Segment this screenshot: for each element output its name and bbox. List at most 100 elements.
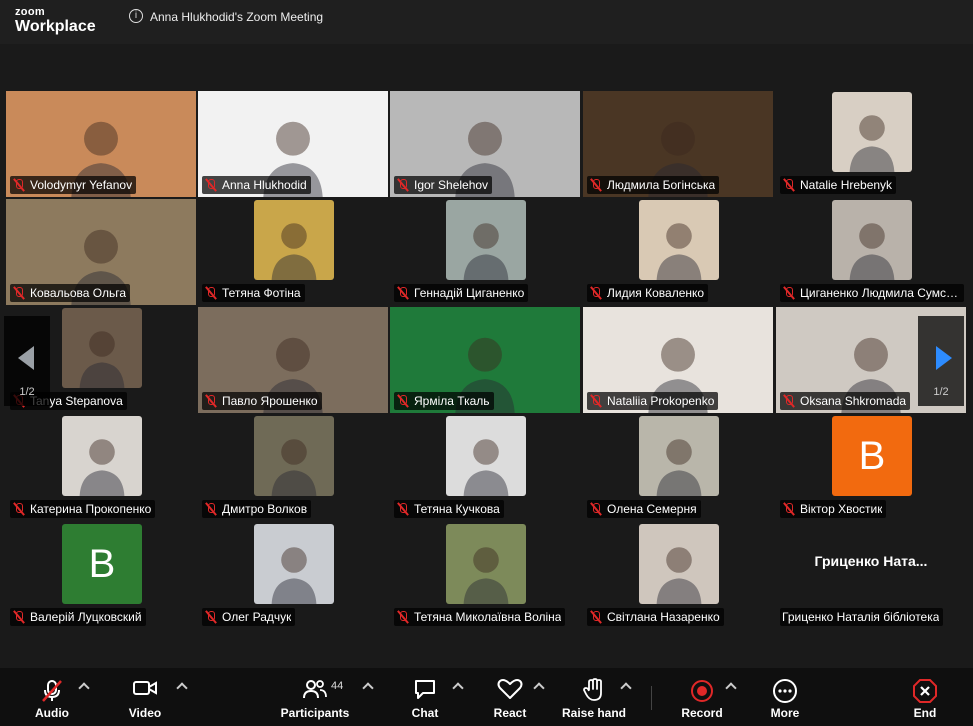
video-button[interactable]: Video <box>124 668 166 726</box>
react-button[interactable]: React <box>488 668 532 726</box>
participant-tile[interactable]: Тетяна Кучкова <box>390 415 580 521</box>
participant-tile[interactable]: Павло Ярошенко <box>198 307 388 413</box>
participant-tile[interactable]: Nataliia Prokopenko <box>583 307 773 413</box>
participant-tile[interactable]: Anna Hlukhodid <box>198 91 388 197</box>
participant-nameplate: Igor Shelehov <box>394 176 493 194</box>
participant-name: Олег Радчук <box>222 610 292 624</box>
participant-tile[interactable]: Катерина Прокопенко <box>6 415 196 521</box>
person-silhouette-icon <box>849 223 895 280</box>
participant-nameplate: Світлана Назаренко <box>587 608 724 626</box>
participant-tile[interactable]: Циганенко Людмила Сумськи <box>776 199 966 305</box>
participant-tile[interactable]: Гриценко Ната... Гриценко Наталія бібліот… <box>776 523 966 629</box>
logo-zoom-text: zoom <box>15 6 45 18</box>
react-options-caret-icon[interactable] <box>533 682 545 694</box>
mic-muted-icon <box>396 286 410 300</box>
participant-tile[interactable]: Лидия Коваленко <box>583 199 773 305</box>
participant-nameplate: Геннадій Циганенко <box>394 284 529 302</box>
participant-name: Віктор Хвостик <box>800 502 883 516</box>
mic-muted-icon <box>396 178 410 192</box>
participant-nameplate: Віктор Хвостик <box>780 500 887 518</box>
mic-muted-icon <box>396 502 410 516</box>
record-label: Record <box>681 706 723 720</box>
participant-name: Циганенко Людмила Сумськи <box>800 286 960 300</box>
participant-tile[interactable]: Дмитро Волков <box>198 415 388 521</box>
previous-page-button[interactable]: 1/2 <box>4 316 50 406</box>
audio-button[interactable]: Audio <box>30 668 74 726</box>
participant-name: Людмила Богінська <box>607 178 716 192</box>
mic-muted-icon <box>396 610 410 624</box>
participant-tile[interactable]: Олена Семерня <box>583 415 773 521</box>
participant-video <box>446 524 526 604</box>
mic-muted-icon <box>589 610 603 624</box>
person-silhouette-icon <box>463 547 509 604</box>
participant-name: Oksana Shkromada <box>800 394 907 408</box>
participant-display-name: Гриценко Ната... <box>814 553 928 569</box>
person-silhouette-icon <box>656 547 702 604</box>
record-options-caret-icon[interactable] <box>725 682 737 694</box>
participant-tile[interactable]: B Валерій Луцковский <box>6 523 196 629</box>
participant-name: Natalie Hrebenyk <box>800 178 893 192</box>
participant-tile[interactable]: Volodymyr Yefanov <box>6 91 196 197</box>
person-silhouette-icon <box>656 439 702 496</box>
participant-tile[interactable]: Олег Радчук <box>198 523 388 629</box>
participants-button[interactable]: Participants <box>280 668 350 726</box>
participant-nameplate: Nataliia Prokopenko <box>587 392 719 410</box>
raise-hand-button[interactable]: Raise hand <box>560 668 628 726</box>
meeting-info-icon[interactable]: i <box>129 9 143 23</box>
heart-icon <box>497 679 523 699</box>
participant-tile[interactable]: Ковальова Ольга <box>6 199 196 305</box>
participant-tile[interactable]: Ярміла Ткаль <box>390 307 580 413</box>
participant-name: Тетяна Фотіна <box>222 286 301 300</box>
person-silhouette-icon <box>271 223 317 280</box>
zoom-workplace-logo: zoom Workplace <box>15 7 96 35</box>
participant-tile[interactable]: Людмила Богінська <box>583 91 773 197</box>
participant-tile[interactable]: Тетяна Фотіна <box>198 199 388 305</box>
arrow-right-icon <box>936 346 952 370</box>
mic-muted-icon <box>589 394 603 408</box>
participant-tile[interactable]: Igor Shelehov <box>390 91 580 197</box>
participant-nameplate: Павло Ярошенко <box>202 392 322 410</box>
meeting-toolbar: Audio Video Participants 44 Chat React R… <box>0 668 973 726</box>
mic-muted-icon <box>42 680 62 702</box>
person-silhouette-icon <box>79 439 125 496</box>
participant-nameplate: Лидия Коваленко <box>587 284 709 302</box>
participant-name: Тетяна Кучкова <box>414 502 500 516</box>
participant-video <box>639 524 719 604</box>
participant-nameplate: Ковальова Ольга <box>10 284 130 302</box>
end-meeting-icon <box>913 679 937 703</box>
video-options-caret-icon[interactable] <box>176 682 188 694</box>
more-button[interactable]: More <box>764 668 806 726</box>
toolbar-divider <box>651 686 652 710</box>
participant-tile[interactable]: Natalie Hrebenyk <box>776 91 966 197</box>
end-button[interactable]: End <box>904 668 946 726</box>
audio-options-caret-icon[interactable] <box>78 682 90 694</box>
participant-tile[interactable]: Тетяна Миколаївна Воліна <box>390 523 580 629</box>
participant-tile[interactable]: Геннадій Циганенко <box>390 199 580 305</box>
chat-options-caret-icon[interactable] <box>452 682 464 694</box>
mic-muted-icon <box>782 502 796 516</box>
participant-video <box>446 200 526 280</box>
mic-muted-icon <box>782 178 796 192</box>
person-silhouette-icon <box>463 223 509 280</box>
mic-muted-icon <box>204 286 218 300</box>
participants-icon <box>303 680 327 699</box>
person-silhouette-icon <box>849 115 895 172</box>
chat-button[interactable]: Chat <box>405 668 445 726</box>
participant-nameplate: Олег Радчук <box>202 608 296 626</box>
participant-name: Ярміла Ткаль <box>414 394 490 408</box>
participants-options-caret-icon[interactable] <box>362 682 374 694</box>
participant-name: Олена Семерня <box>607 502 697 516</box>
record-button[interactable]: Record <box>680 668 724 726</box>
title-bar: zoom Workplace i Anna Hlukhodid's Zoom M… <box>0 0 973 44</box>
participant-video <box>254 524 334 604</box>
participant-video <box>254 416 334 496</box>
participant-name: Anna Hlukhodid <box>222 178 307 192</box>
participant-nameplate: Гриценко Наталія бібліотека <box>780 608 944 626</box>
participant-nameplate: Дмитро Волков <box>202 500 312 518</box>
participant-name: Дмитро Волков <box>222 502 308 516</box>
meeting-title: Anna Hlukhodid's Zoom Meeting <box>150 10 324 24</box>
mic-muted-icon <box>782 286 796 300</box>
participant-tile[interactable]: Світлана Назаренко <box>583 523 773 629</box>
next-page-button[interactable]: 1/2 <box>918 316 964 406</box>
participant-tile[interactable]: B Віктор Хвостик <box>776 415 966 521</box>
